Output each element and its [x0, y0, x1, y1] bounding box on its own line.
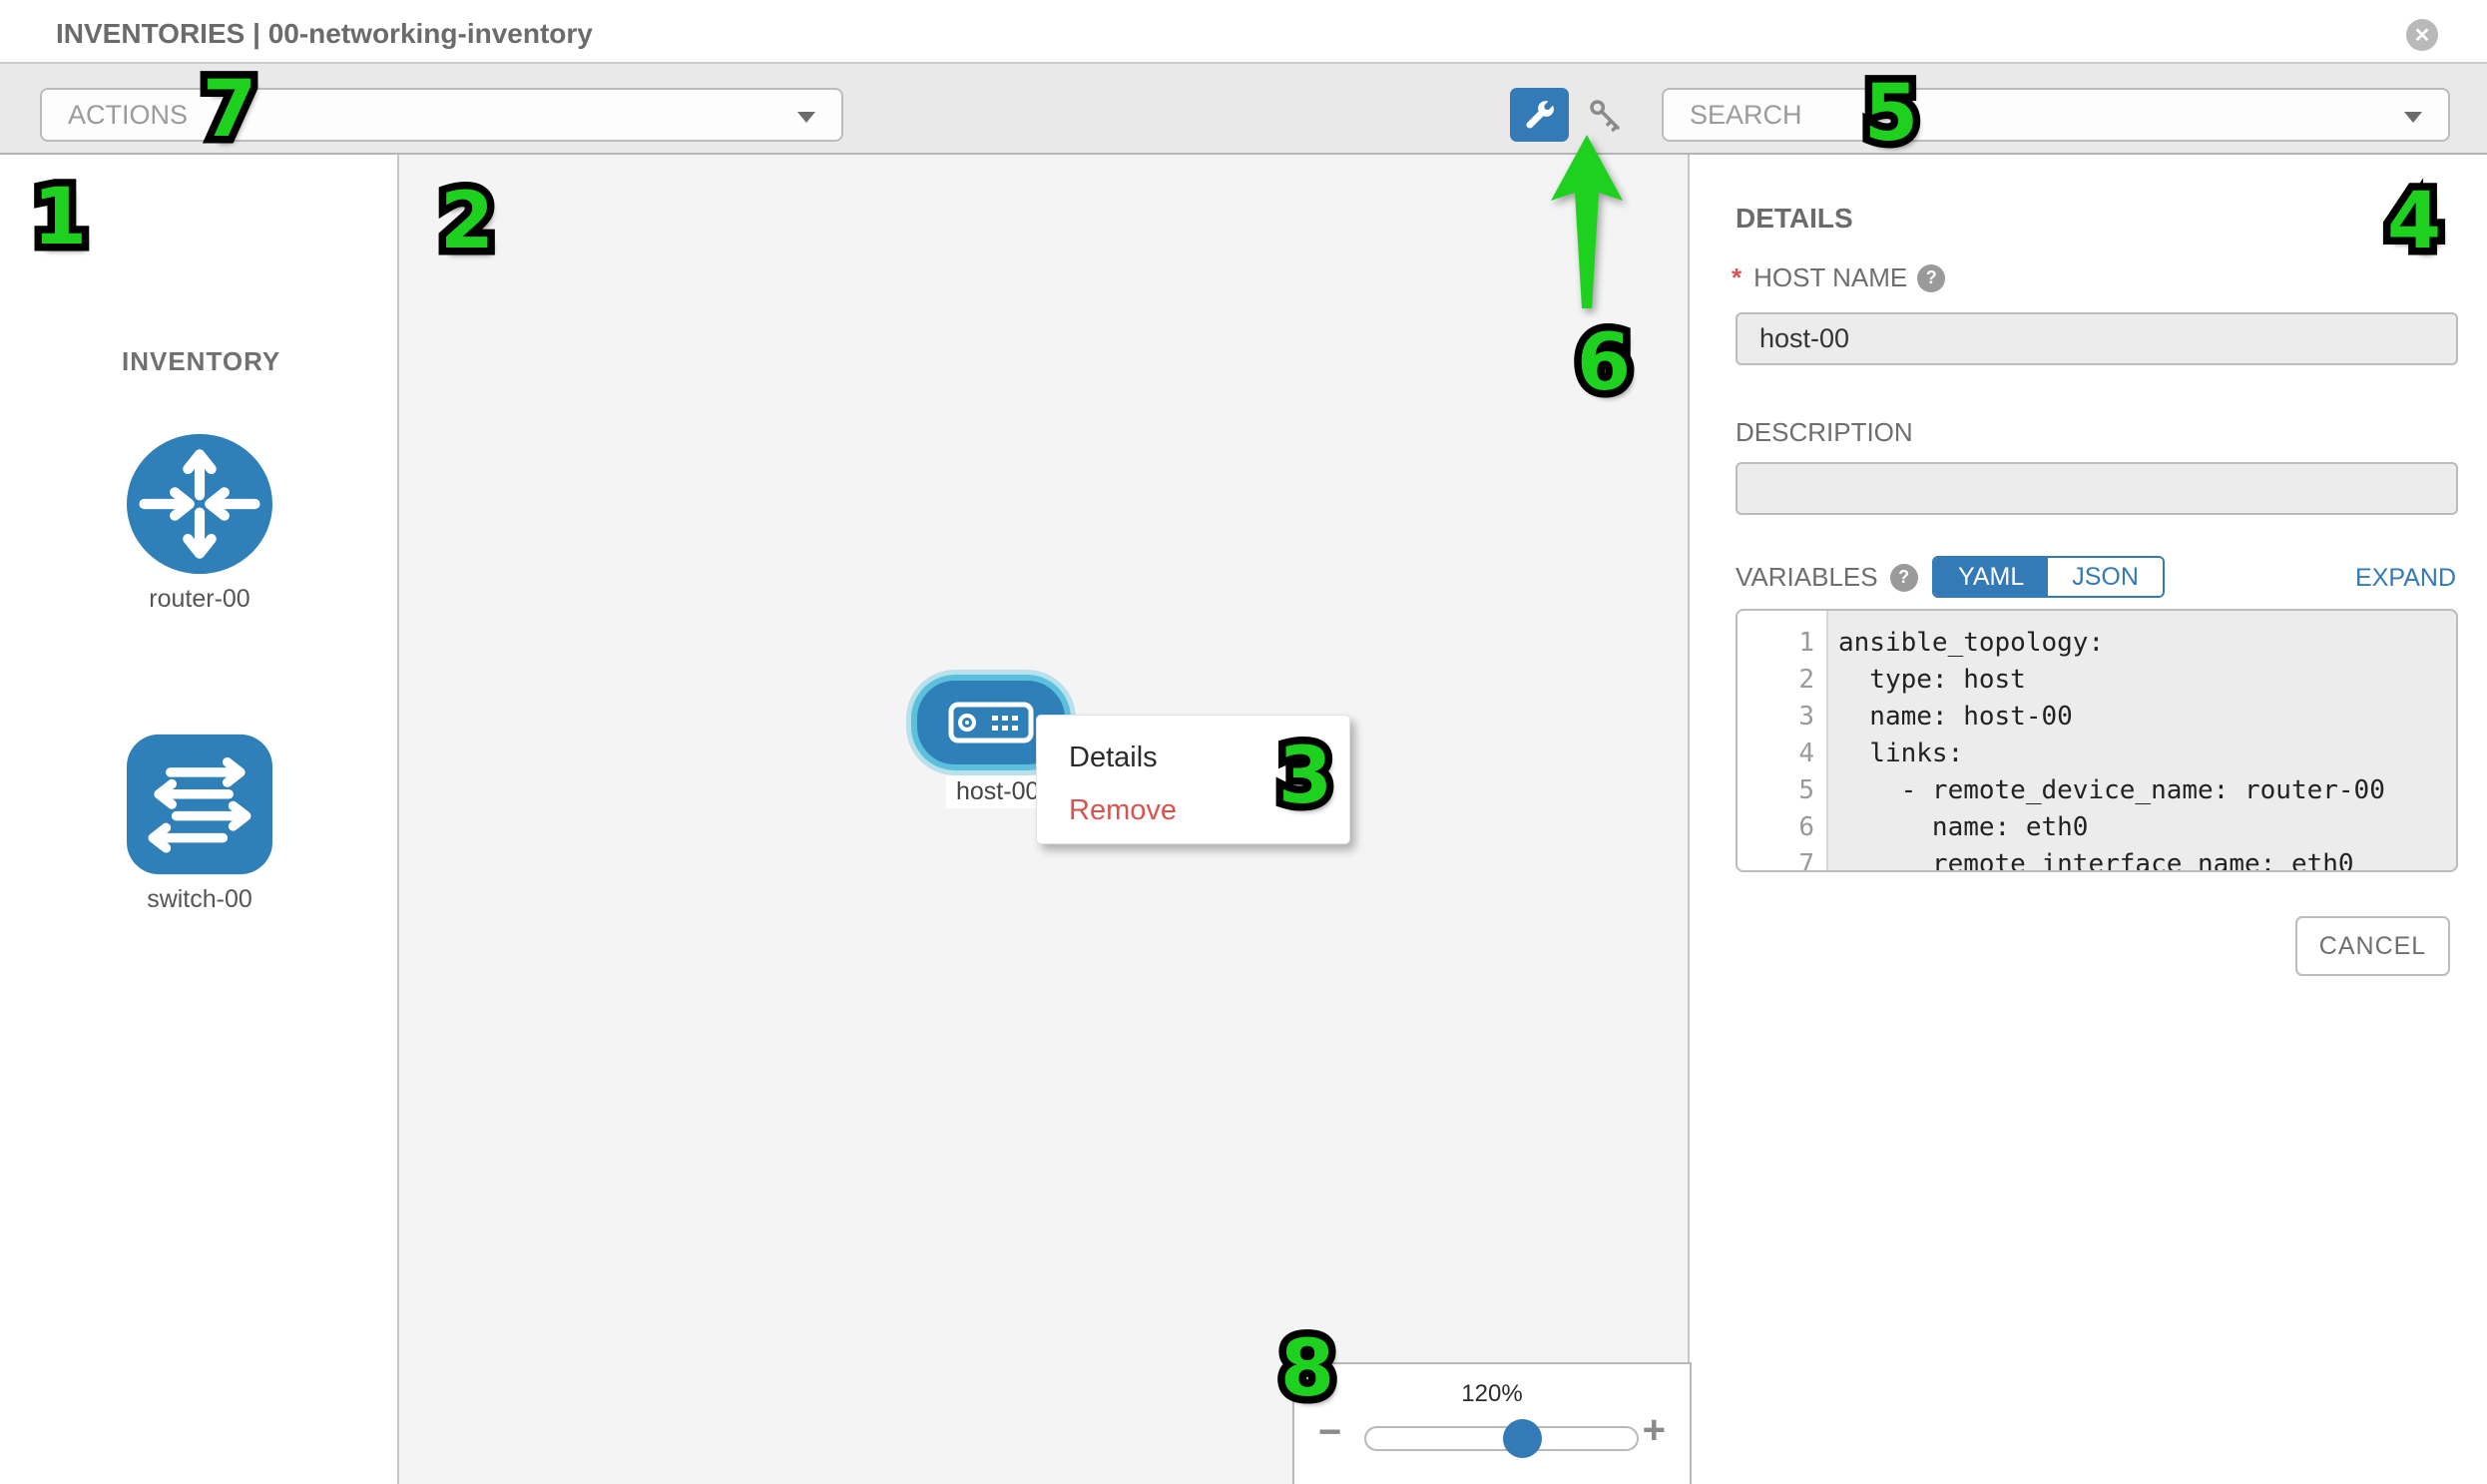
zoom-level-value: 120%: [1294, 1380, 1690, 1408]
zoom-slider-thumb[interactable]: [1503, 1419, 1542, 1458]
description-input[interactable]: [1736, 462, 2458, 515]
host-node-label: host-00: [946, 775, 1049, 808]
search-dropdown[interactable]: SEARCH: [1662, 88, 2450, 142]
variables-code-editor[interactable]: 1234567 ansible_topology: type: host nam…: [1736, 609, 2458, 872]
palette-item-switch[interactable]: switch-00: [125, 732, 274, 914]
chevron-down-icon: [2404, 112, 2422, 123]
inventory-palette: INVENTORY router-00: [0, 155, 399, 1484]
variables-format-toggle: YAML JSON: [1932, 556, 2165, 598]
actions-dropdown[interactable]: ACTIONS: [40, 88, 843, 142]
palette-item-label: router-00: [125, 585, 274, 614]
code-line-number: 5: [1738, 772, 1826, 809]
required-marker: *: [1732, 262, 1741, 293]
chevron-down-icon: [797, 112, 815, 123]
annotation-number-2: 2: [440, 177, 494, 266]
code-line-number: 3: [1738, 699, 1826, 736]
details-panel-title: DETAILS: [1736, 203, 1853, 235]
annotation-number-1: 1: [33, 173, 87, 262]
zoom-slider-track[interactable]: [1364, 1426, 1639, 1451]
switch-icon: [125, 732, 274, 877]
actions-dropdown-label: ACTIONS: [68, 100, 188, 131]
search-dropdown-label: SEARCH: [1690, 100, 1802, 131]
zoom-in-button[interactable]: +: [1643, 1410, 1666, 1450]
host-icon: [948, 702, 1034, 743]
close-icon[interactable]: ✕: [2406, 19, 2438, 51]
variables-label: VARIABLES: [1736, 562, 1878, 593]
topology-canvas[interactable]: host-00 Details Remove 120% − +: [399, 155, 1690, 1484]
code-line: links:: [1838, 736, 2456, 772]
variables-label-row: VARIABLES ?: [1736, 562, 1918, 593]
toolbar: ACTIONS SEARCH: [0, 64, 2487, 155]
palette-item-label: switch-00: [125, 885, 274, 914]
cancel-button[interactable]: CANCEL: [2295, 916, 2450, 976]
palette-item-router[interactable]: router-00: [125, 431, 274, 614]
host-name-label: HOST NAME: [1753, 262, 1907, 293]
inventory-palette-title: INVENTORY: [122, 346, 280, 377]
router-icon: [125, 431, 274, 577]
toggle-yaml[interactable]: YAML: [1934, 558, 2048, 596]
page-title: INVENTORIES | 00-networking-inventory: [56, 18, 593, 50]
expand-link[interactable]: EXPAND: [2355, 564, 2456, 593]
annotation-number-8: 8: [1280, 1324, 1334, 1414]
toggle-json[interactable]: JSON: [2048, 558, 2163, 596]
description-label: DESCRIPTION: [1736, 417, 1913, 448]
details-panel: DETAILS * HOST NAME ? DESCRIPTION VARIAB…: [1692, 155, 2487, 1484]
annotation-number-6: 6: [1577, 318, 1631, 408]
code-line: name: eth0: [1838, 809, 2456, 846]
code-line: ansible_topology:: [1838, 625, 2456, 662]
code-line: type: host: [1838, 662, 2456, 699]
code-line: - remote_device_name: router-00: [1838, 772, 2456, 809]
help-glyph: ?: [1926, 267, 1937, 288]
code-line: remote_interface_name: eth0: [1838, 846, 2456, 872]
code-line-numbers: 1234567: [1738, 611, 1828, 870]
code-line-number: 1: [1738, 625, 1826, 662]
code-line-number: 2: [1738, 662, 1826, 699]
code-line-number: 7: [1738, 846, 1826, 872]
code-line: name: host-00: [1838, 699, 2456, 736]
code-content[interactable]: ansible_topology: type: host name: host-…: [1828, 611, 2456, 870]
variables-row: VARIABLES ? YAML JSON EXPAND: [1736, 556, 2458, 598]
host-name-input[interactable]: [1736, 312, 2458, 365]
zoom-out-button[interactable]: −: [1318, 1412, 1341, 1452]
key-icon: [1585, 96, 1627, 136]
code-line-number: 4: [1738, 736, 1826, 772]
annotation-number-4: 4: [2387, 177, 2441, 266]
annotation-number-7: 7: [203, 65, 256, 155]
code-line-number: 6: [1738, 809, 1826, 846]
annotation-arrow-up: [1549, 133, 1625, 312]
close-glyph: ✕: [2414, 23, 2431, 48]
host-name-label-row: * HOST NAME ?: [1732, 262, 1945, 293]
annotation-number-5: 5: [1864, 69, 1918, 159]
key-button[interactable]: [1585, 96, 1627, 136]
help-icon[interactable]: ?: [1917, 264, 1945, 292]
header: INVENTORIES | 00-networking-inventory ✕: [0, 0, 2487, 64]
wrench-icon: [1524, 99, 1556, 131]
zoom-control-panel: 120% − +: [1292, 1362, 1692, 1484]
annotation-number-3: 3: [1278, 732, 1332, 821]
help-icon[interactable]: ?: [1890, 564, 1918, 592]
help-glyph: ?: [1898, 567, 1909, 588]
inventory-topology-screen: INVENTORIES | 00-networking-inventory ✕ …: [0, 0, 2487, 1484]
